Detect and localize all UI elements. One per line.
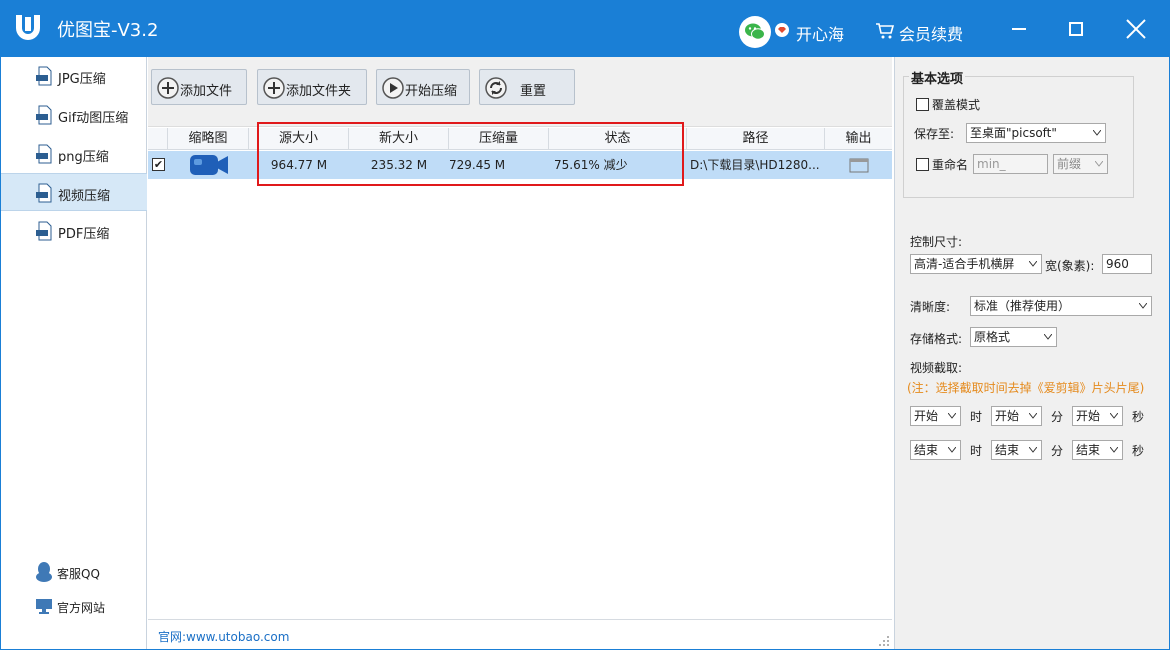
close-icon[interactable] [1122, 15, 1150, 43]
video-file-icon [36, 183, 52, 203]
sidebar-item-jpg[interactable]: JPG压缩 [1, 57, 147, 95]
sidebar-item-pdf[interactable]: PDF压缩 [1, 212, 147, 250]
chevron-down-icon [1029, 413, 1037, 419]
play-circle-icon [382, 77, 404, 99]
chevron-down-icon [1029, 261, 1037, 267]
app-window: 优图宝-V3.2 开心海 会员续费 JPG压缩 Gif动图压缩 png压缩 视频… [0, 0, 1170, 650]
basic-options-title: 基本选项 [909, 68, 966, 87]
start-compress-button[interactable]: 开始压缩 [376, 69, 470, 105]
renew-membership-link[interactable]: 会员续费 [899, 21, 963, 45]
plus-circle-icon [157, 77, 179, 99]
unit-second: 秒 [1132, 444, 1145, 458]
rename-position-select[interactable]: 前缀 [1053, 154, 1108, 174]
sidebar-item-label: JPG压缩 [58, 72, 106, 87]
rename-label: 重命名 [932, 158, 969, 172]
refresh-icon [485, 77, 507, 99]
sidebar-item-label: PDF压缩 [58, 227, 110, 242]
sidebar: JPG压缩 Gif动图压缩 png压缩 视频压缩 PDF压缩 客服QQ 官方网站 [1, 57, 147, 649]
overwrite-checkbox[interactable] [916, 98, 929, 111]
chevron-down-icon [1044, 334, 1052, 340]
status-bar: 官网:www.utobao.com [148, 619, 892, 649]
chevron-down-icon [1095, 161, 1103, 167]
open-folder-icon[interactable] [825, 151, 892, 179]
rename-prefix-field[interactable]: min_ [973, 154, 1048, 174]
highlight-annotation [257, 122, 684, 186]
toolbar: 添加文件 添加文件夹 开始压缩 重置 [148, 57, 892, 127]
user-name[interactable]: 开心海 [796, 21, 844, 45]
chevron-down-icon [1110, 447, 1118, 453]
end-second-select[interactable]: 结束 [1072, 440, 1123, 460]
title-bar: 优图宝-V3.2 开心海 会员续费 [1, 1, 1169, 57]
path-cell: D:\下载目录\HD1280... [690, 158, 820, 172]
save-to-select[interactable]: 至桌面"picsoft" [966, 123, 1106, 143]
resize-grip-icon[interactable] [878, 635, 890, 647]
chevron-down-icon [1029, 447, 1037, 453]
sidebar-item-gif[interactable]: Gif动图压缩 [1, 96, 147, 134]
header-check [148, 128, 168, 150]
reset-button[interactable]: 重置 [479, 69, 575, 105]
end-minute-select[interactable]: 结束 [991, 440, 1042, 460]
video-thumbnail-icon [168, 151, 249, 179]
pdf-file-icon [36, 221, 52, 241]
unit-hour: 时 [970, 410, 983, 424]
rename-checkbox[interactable] [916, 158, 929, 171]
cart-icon[interactable] [875, 21, 895, 41]
sidebar-item-label: png压缩 [58, 150, 109, 165]
maximize-icon[interactable] [1062, 15, 1090, 43]
overwrite-label: 覆盖模式 [932, 98, 981, 112]
options-panel: 基本选项 覆盖模式 保存至: 至桌面"picsoft" 重命名 min_ 前缀 … [894, 57, 1169, 649]
start-minute-select[interactable]: 开始 [991, 406, 1042, 426]
clip-note: (注：选择截取时间去掉《爱剪辑》片头片尾) [907, 381, 1145, 395]
sidebar-item-video[interactable]: 视频压缩 [1, 173, 147, 211]
start-second-select[interactable]: 开始 [1072, 406, 1123, 426]
chevron-down-icon [1139, 303, 1147, 309]
chevron-down-icon [1110, 413, 1118, 419]
clip-label: 视频截取: [910, 361, 963, 375]
sidebar-item-png[interactable]: png压缩 [1, 135, 147, 173]
sidebar-item-label: 视频压缩 [58, 189, 111, 204]
qq-penguin-icon [36, 562, 52, 582]
unit-second: 秒 [1132, 410, 1145, 424]
monitor-icon [36, 599, 52, 614]
header-output[interactable]: 输出 [825, 128, 892, 150]
png-file-icon [36, 144, 52, 164]
end-hour-select[interactable]: 结束 [910, 440, 961, 460]
minimize-icon[interactable] [1005, 15, 1033, 43]
width-label: 宽(象素): [1045, 259, 1095, 273]
header-thumbnail[interactable]: 缩略图 [168, 128, 249, 150]
save-to-label: 保存至: [914, 127, 955, 141]
format-label: 存储格式: [910, 332, 963, 346]
row-checkbox[interactable]: ✔ [152, 158, 165, 171]
plus-circle-icon [263, 77, 285, 99]
header-path[interactable]: 路径 [687, 128, 825, 150]
wechat-avatar-icon[interactable] [739, 16, 771, 48]
chevron-down-icon [948, 447, 956, 453]
jpg-file-icon [36, 66, 52, 86]
size-select[interactable]: 高清-适合手机横屏 [910, 254, 1042, 274]
vip-diamond-icon [775, 23, 789, 37]
clarity-select[interactable]: 标准（推荐使用） [970, 296, 1152, 316]
size-label: 控制尺寸: [910, 235, 963, 249]
chevron-down-icon [1093, 130, 1101, 136]
sidebar-item-label: Gif动图压缩 [58, 111, 129, 126]
app-title: 优图宝-V3.2 [57, 20, 159, 41]
website-link[interactable]: 官网:www.utobao.com [158, 628, 289, 645]
clarity-label: 清晰度: [910, 300, 951, 314]
add-folder-button[interactable]: 添加文件夹 [257, 69, 367, 105]
chevron-down-icon [948, 413, 956, 419]
unit-hour: 时 [970, 444, 983, 458]
start-hour-select[interactable]: 开始 [910, 406, 961, 426]
unit-minute: 分 [1051, 410, 1064, 424]
format-select[interactable]: 原格式 [970, 327, 1057, 347]
unit-minute: 分 [1051, 444, 1064, 458]
gif-file-icon [36, 105, 52, 125]
app-logo-icon [16, 15, 40, 40]
add-file-button[interactable]: 添加文件 [151, 69, 247, 105]
width-field[interactable]: 960 [1102, 254, 1152, 274]
